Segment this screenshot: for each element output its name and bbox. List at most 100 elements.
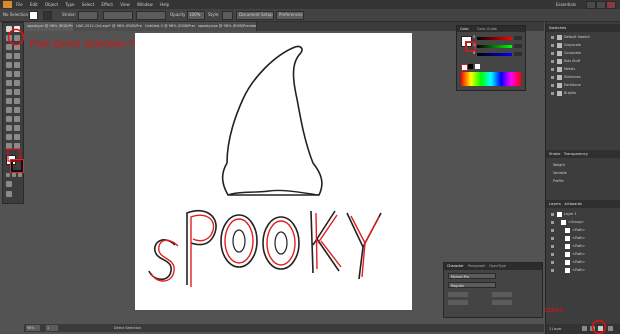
- layers-panel-header[interactable]: Layers Artboards: [546, 200, 620, 208]
- tab-spooky-eps[interactable]: spooky.eps @ 98% (RGB/Preview): [195, 22, 257, 31]
- eye-icon[interactable]: [551, 253, 554, 256]
- swatch-row[interactable]: Corporate: [551, 50, 617, 57]
- swatch-row[interactable]: Earthtone: [551, 82, 617, 89]
- swatch-row[interactable]: Grayscale: [551, 42, 617, 49]
- layer-row[interactable]: <Path>: [551, 259, 617, 266]
- slice-tool-icon[interactable]: [14, 134, 20, 140]
- tab-untitled-3[interactable]: Untitled-3 @ 98% (RGB/Preview): [142, 22, 198, 31]
- eraser-tool-icon[interactable]: [14, 71, 20, 77]
- b-slider[interactable]: [477, 53, 512, 56]
- none-swatch[interactable]: [461, 64, 468, 71]
- rectangle-tool-icon[interactable]: [14, 53, 20, 59]
- mesh-tool-icon[interactable]: [6, 107, 12, 113]
- blend-tool-icon[interactable]: [14, 116, 20, 122]
- artboard-tool-icon[interactable]: [6, 134, 12, 140]
- eye-icon[interactable]: [551, 261, 554, 264]
- g-slider[interactable]: [477, 45, 512, 48]
- eye-icon[interactable]: [551, 245, 554, 248]
- layer-row[interactable]: <Path>: [551, 235, 617, 242]
- menu-file[interactable]: File: [16, 0, 23, 9]
- black-swatch[interactable]: [468, 64, 473, 69]
- eyedropper-tool-icon[interactable]: [6, 116, 12, 122]
- zoom-field[interactable]: 98%: [26, 325, 40, 331]
- menu-effect[interactable]: Effect: [101, 0, 113, 9]
- tab-stroke[interactable]: Stroke: [549, 152, 560, 156]
- g-value[interactable]: [514, 44, 522, 48]
- b-value[interactable]: [514, 52, 522, 56]
- tab-spooky-ai[interactable]: spooky.ai @ 98% (RGB/Preview): [24, 22, 76, 31]
- symbol-sprayer-tool-icon[interactable]: [6, 125, 12, 131]
- color-tab[interactable]: Color: [460, 26, 469, 32]
- swatch-row[interactable]: Default Swatch: [551, 34, 617, 41]
- font-size-field[interactable]: [448, 292, 468, 297]
- eye-icon[interactable]: [551, 221, 554, 224]
- kerning-field[interactable]: [448, 300, 468, 305]
- color-guide-tab[interactable]: Color Guide: [477, 26, 497, 32]
- stroke-panel-header[interactable]: Stroke Transparency: [546, 150, 620, 158]
- width-tool-icon[interactable]: [6, 89, 12, 95]
- graph-tool-icon[interactable]: [14, 125, 20, 131]
- gradient-mode-icon[interactable]: [12, 173, 16, 177]
- eye-icon[interactable]: [551, 237, 554, 240]
- minimize-button[interactable]: [586, 1, 596, 9]
- swatch-row[interactable]: Brights: [551, 90, 617, 97]
- color-mode-icon[interactable]: [6, 173, 10, 177]
- stroke-weight-row[interactable]: Weight: [551, 162, 617, 169]
- delete-layer-icon[interactable]: [608, 326, 613, 331]
- tracking-field[interactable]: [492, 300, 512, 305]
- tab-character[interactable]: Character: [447, 264, 464, 268]
- layer-row[interactable]: <Group>: [551, 219, 617, 226]
- screen-mode-icon[interactable]: [6, 191, 12, 197]
- brush-definition[interactable]: [136, 11, 166, 20]
- make-clipping-mask-icon[interactable]: [582, 326, 587, 331]
- layer-row[interactable]: <Path>: [551, 251, 617, 258]
- layer-row[interactable]: <Path>: [551, 267, 617, 274]
- menu-help[interactable]: Help: [160, 0, 169, 9]
- none-mode-icon[interactable]: [18, 173, 22, 177]
- close-button[interactable]: [606, 1, 616, 9]
- menu-view[interactable]: View: [120, 0, 130, 9]
- tab-transparency[interactable]: Transparency: [564, 152, 588, 156]
- eye-icon[interactable]: [551, 229, 554, 232]
- menu-select[interactable]: Select: [82, 0, 94, 9]
- swatch-row[interactable]: Metals: [551, 66, 617, 73]
- tab-artboards[interactable]: Artboards: [564, 202, 582, 206]
- perspective-grid-tool-icon[interactable]: [14, 98, 20, 104]
- gradient-tool-icon[interactable]: [14, 107, 20, 113]
- tab-opentype[interactable]: OpenType: [489, 264, 506, 268]
- layer-row[interactable]: Layer 1: [551, 211, 617, 218]
- eye-icon[interactable]: [551, 269, 554, 272]
- tab-layers[interactable]: Layers: [549, 202, 561, 206]
- stroke-swatch[interactable]: [43, 11, 52, 20]
- draw-mode-icon[interactable]: [6, 181, 12, 187]
- swatch-row[interactable]: Kids Stuff: [551, 58, 617, 65]
- line-tool-icon[interactable]: [6, 53, 12, 59]
- pencil-tool-icon[interactable]: [14, 62, 20, 68]
- fill-swatch[interactable]: [29, 11, 38, 20]
- swatch-row[interactable]: Skintones: [551, 74, 617, 81]
- scale-tool-icon[interactable]: [14, 80, 20, 86]
- white-swatch[interactable]: [475, 64, 480, 69]
- r-value[interactable]: [514, 36, 522, 40]
- tab-uae-eps[interactable]: UAE-2012-Oct.eps* @ 98% (RGB/Preview): [73, 22, 145, 31]
- shape-builder-tool-icon[interactable]: [6, 98, 12, 104]
- stroke-weight-field[interactable]: [78, 11, 98, 20]
- menu-window[interactable]: Window: [137, 0, 153, 9]
- workspace-switcher[interactable]: Essentials: [556, 1, 576, 8]
- menu-type[interactable]: Type: [65, 0, 74, 9]
- paintbrush-tool-icon[interactable]: [6, 62, 12, 68]
- blob-brush-tool-icon[interactable]: [6, 71, 12, 77]
- variable-width-profile[interactable]: [103, 11, 133, 20]
- stroke-variable-row[interactable]: Variable: [551, 170, 617, 177]
- layer-row[interactable]: <Path>: [551, 243, 617, 250]
- color-spectrum[interactable]: [461, 72, 521, 86]
- font-family-field[interactable]: Myriad Pro: [448, 273, 496, 279]
- stroke-profile-row[interactable]: Profile: [551, 178, 617, 185]
- artboard-navigation[interactable]: 1: [46, 325, 58, 331]
- r-slider[interactable]: [477, 37, 512, 40]
- swatches-panel-header[interactable]: Swatches: [546, 24, 620, 32]
- rotate-tool-icon[interactable]: [6, 80, 12, 86]
- leading-field[interactable]: [492, 292, 512, 297]
- menu-edit[interactable]: Edit: [30, 0, 38, 9]
- layer-row[interactable]: <Path>: [551, 227, 617, 234]
